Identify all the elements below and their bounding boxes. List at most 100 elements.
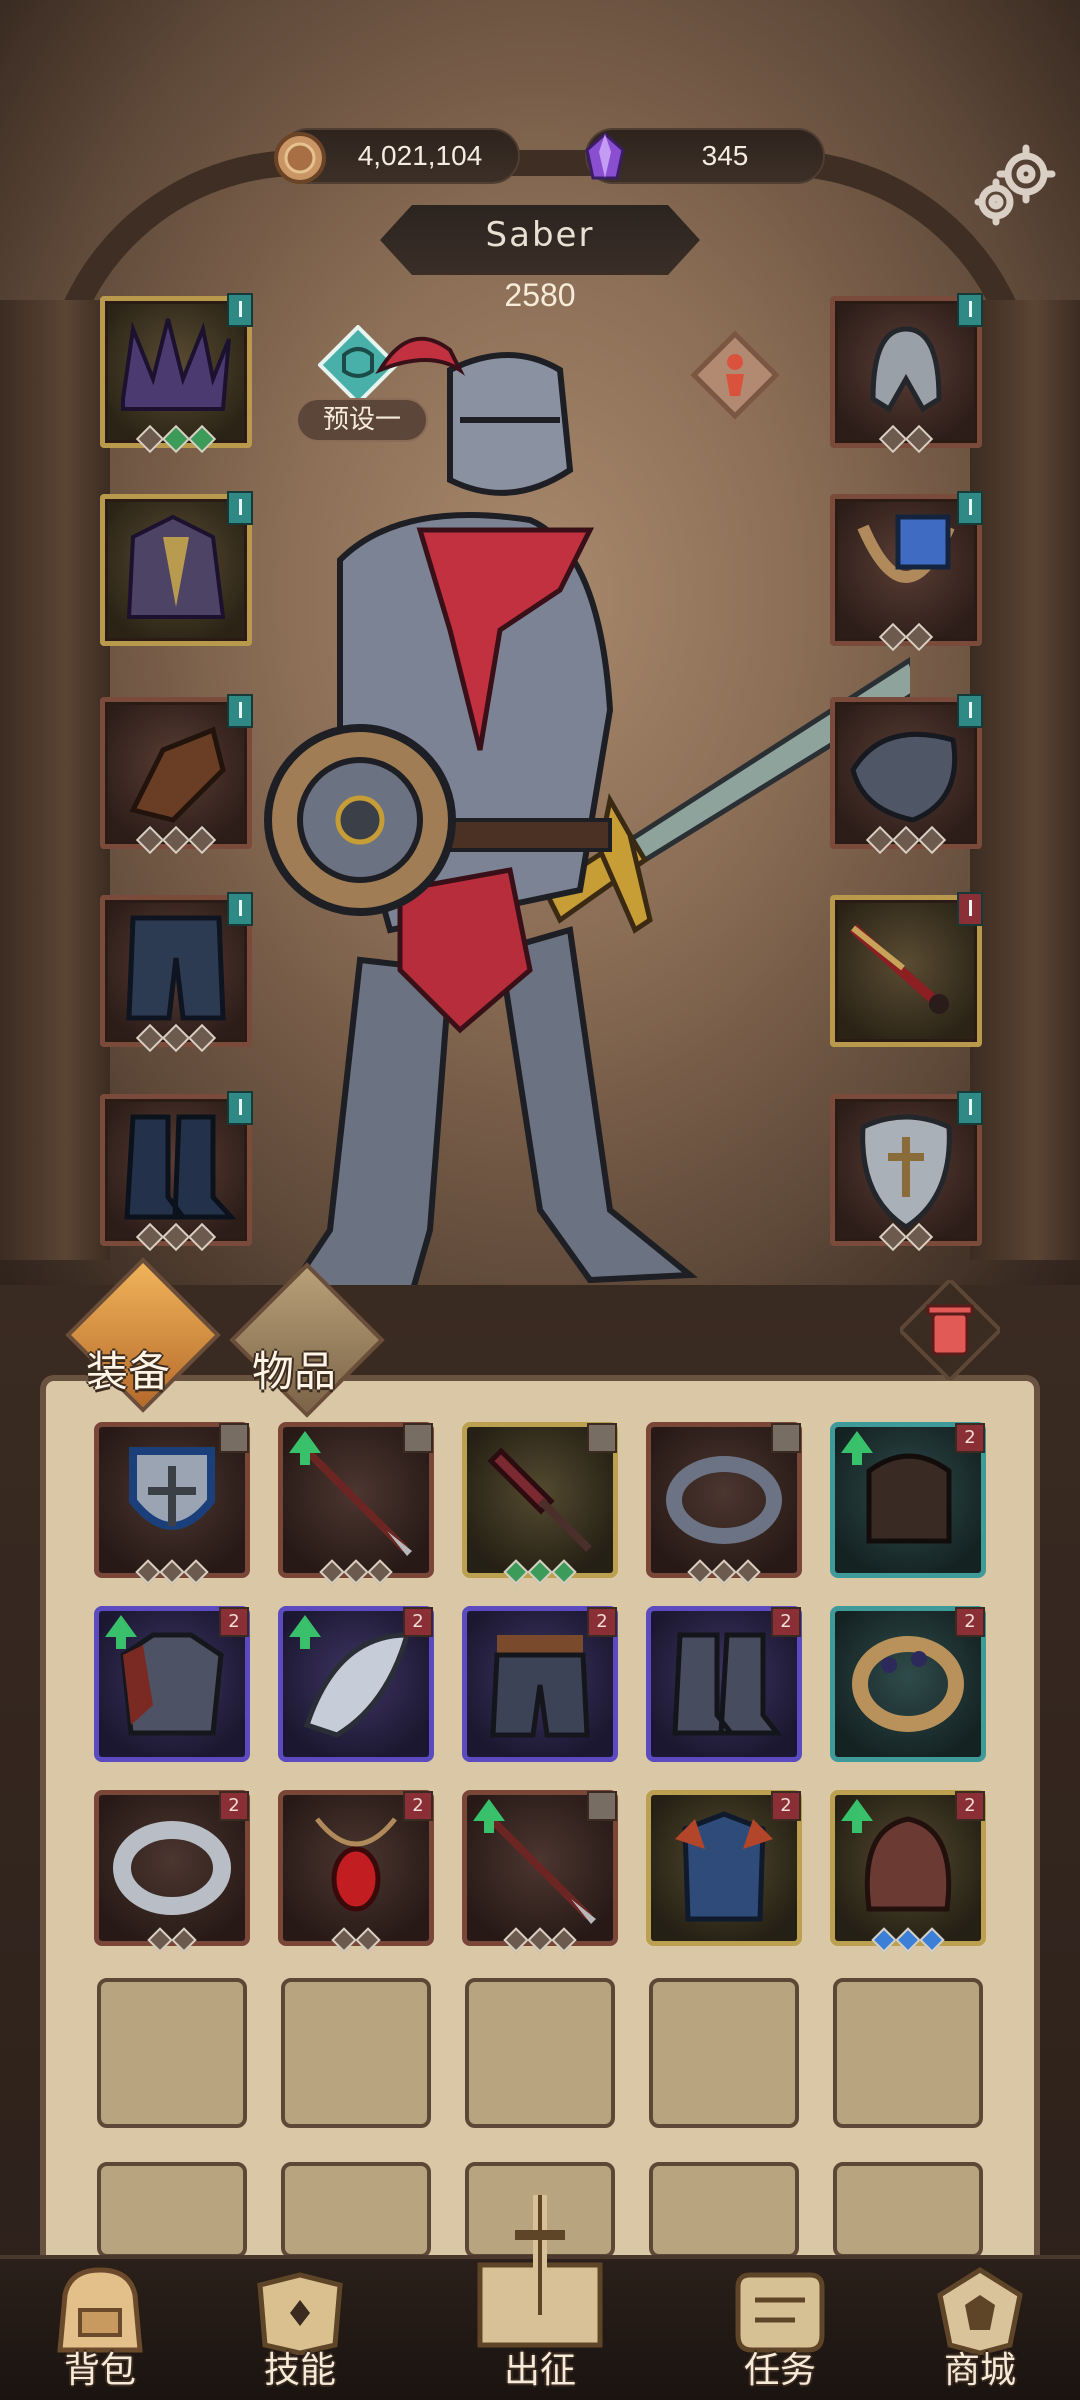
tab-items[interactable]: 物品 xyxy=(252,1338,336,1399)
right-pillar xyxy=(970,300,1080,1260)
nav-bag[interactable]: 背包 xyxy=(25,2265,175,2400)
inventory-item-belted-pants[interactable]: 2 xyxy=(462,1606,618,1762)
inventory-empty-slot[interactable] xyxy=(465,1978,615,2128)
inventory-item-ruby-pendant[interactable]: 2 xyxy=(278,1790,434,1953)
inventory-item-tattered-armor[interactable]: 2 xyxy=(94,1606,250,1762)
socket-row xyxy=(835,825,977,855)
socket-gem xyxy=(135,1222,165,1252)
leather-gauntlet-icon xyxy=(129,726,226,823)
socket-gem xyxy=(735,1559,761,1585)
socket-row xyxy=(105,1222,247,1252)
inventory-item-ring[interactable] xyxy=(646,1422,802,1585)
socket-gem xyxy=(551,1559,577,1585)
equip-slot-gloves[interactable] xyxy=(100,694,253,855)
socket-gem xyxy=(917,825,947,855)
lock-icon xyxy=(587,1791,617,1821)
tier-badge xyxy=(227,1091,253,1125)
inventory-item-iron-boots[interactable]: 2 xyxy=(646,1606,802,1762)
trash-icon[interactable] xyxy=(900,1280,1000,1380)
inventory-empty-slot[interactable] xyxy=(833,2162,983,2258)
upgrade-arrow-icon xyxy=(841,1431,873,1465)
tier-badge: 2 xyxy=(771,1607,801,1637)
tier-badge: 2 xyxy=(587,1607,617,1637)
nav-skills-label: 技能 xyxy=(263,2350,336,2391)
coin-icon xyxy=(274,132,326,184)
tier-badge xyxy=(957,694,983,728)
equip-slot-weapon[interactable] xyxy=(830,892,983,1047)
nav-battle[interactable]: 出征 xyxy=(465,2185,615,2391)
equip-slot-shield[interactable] xyxy=(830,1091,983,1252)
socket-gem xyxy=(319,1559,345,1585)
knight-character xyxy=(264,336,910,1304)
socket-gem xyxy=(878,424,908,454)
socket-row xyxy=(283,1559,429,1585)
socket-gem xyxy=(343,1559,369,1585)
inventory-item-silver-ring[interactable]: 2 xyxy=(94,1790,250,1953)
game-scene: 4,021,104 345 Saber 2580 预设一 装备 物品 2 2 2… xyxy=(0,0,1080,2400)
socket-gem xyxy=(711,1559,737,1585)
socket-gem xyxy=(161,825,191,855)
socket-gem xyxy=(355,1927,381,1953)
ruby-pendant-icon xyxy=(315,1817,397,1912)
socket-gem xyxy=(161,1222,191,1252)
socket-gem xyxy=(161,424,191,454)
equip-slot-helm-crown[interactable] xyxy=(100,293,253,454)
tier-badge: 2 xyxy=(403,1607,433,1637)
socket-gem xyxy=(503,1927,529,1953)
equip-slot-chest[interactable] xyxy=(100,491,253,646)
socket-gem xyxy=(891,825,921,855)
tier-badge: 2 xyxy=(403,1791,433,1821)
inventory-empty-slot[interactable] xyxy=(281,1978,431,2128)
inventory-item-spiked-club[interactable] xyxy=(462,1422,618,1585)
equip-slot-amulet[interactable] xyxy=(830,491,983,652)
equip-slot-legs[interactable] xyxy=(100,892,253,1053)
socket-gem xyxy=(187,424,217,454)
coin-counter[interactable]: 4,021,104 xyxy=(274,128,520,184)
character-name: Saber xyxy=(485,215,595,255)
inventory-empty-slot[interactable] xyxy=(649,2162,799,2258)
leather-hood-icon xyxy=(864,1816,952,1912)
tab-equipment[interactable]: 装备 xyxy=(86,1338,170,1399)
inventory-empty-slot[interactable] xyxy=(97,1978,247,2128)
nav-quests[interactable]: 任务 xyxy=(705,2265,855,2400)
kite-shield-icon xyxy=(129,1447,215,1530)
socket-row xyxy=(99,1559,245,1585)
equip-slot-boots[interactable] xyxy=(100,1091,253,1252)
socket-row xyxy=(99,1927,245,1953)
socket-gem xyxy=(331,1927,357,1953)
inventory-item-leather-gloves[interactable]: 2 xyxy=(830,1422,986,1578)
equip-slot-helmet[interactable] xyxy=(830,293,983,454)
lock-icon xyxy=(219,1423,249,1453)
gem-counter[interactable]: 345 xyxy=(585,128,825,184)
inventory-item-kite-shield[interactable] xyxy=(94,1422,250,1585)
socket-gem xyxy=(135,1559,161,1585)
inventory-empty-slot[interactable] xyxy=(833,1978,983,2128)
socket-gem xyxy=(147,1927,173,1953)
crossed-swords-map-icon xyxy=(477,2195,603,2348)
inventory-item-jeweled-ring[interactable]: 2 xyxy=(830,1606,986,1762)
socket-gem xyxy=(367,1559,393,1585)
inventory-item-lance[interactable] xyxy=(462,1790,618,1953)
equip-slot-pauldron[interactable] xyxy=(830,694,983,855)
nav-shop[interactable]: 商城 xyxy=(905,2265,1055,2400)
inventory-item-leather-hood[interactable]: 2 xyxy=(830,1790,986,1953)
boots-icon xyxy=(124,1114,237,1220)
ring-icon xyxy=(666,1456,782,1544)
inventory-empty-slot[interactable] xyxy=(97,2162,247,2258)
socket-gem xyxy=(187,825,217,855)
inventory-empty-slot[interactable] xyxy=(281,2162,431,2258)
upgrade-arrow-icon xyxy=(473,1799,505,1833)
nav-skills[interactable]: 技能 xyxy=(225,2265,375,2400)
upgrade-arrow-icon xyxy=(105,1615,137,1649)
socket-gem xyxy=(135,825,165,855)
socket-row xyxy=(835,1927,981,1953)
socket-gem xyxy=(871,1927,897,1953)
inventory-item-scarab-armor[interactable]: 2 xyxy=(646,1790,802,1946)
belted-pants-icon xyxy=(490,1635,590,1738)
amulet-icon xyxy=(857,514,955,583)
socket-gem xyxy=(878,1222,908,1252)
inventory-item-winged-pauldron[interactable]: 2 xyxy=(278,1606,434,1762)
chainmail-legs-icon xyxy=(126,915,226,1021)
inventory-empty-slot[interactable] xyxy=(649,1978,799,2128)
inventory-item-spear[interactable] xyxy=(278,1422,434,1585)
